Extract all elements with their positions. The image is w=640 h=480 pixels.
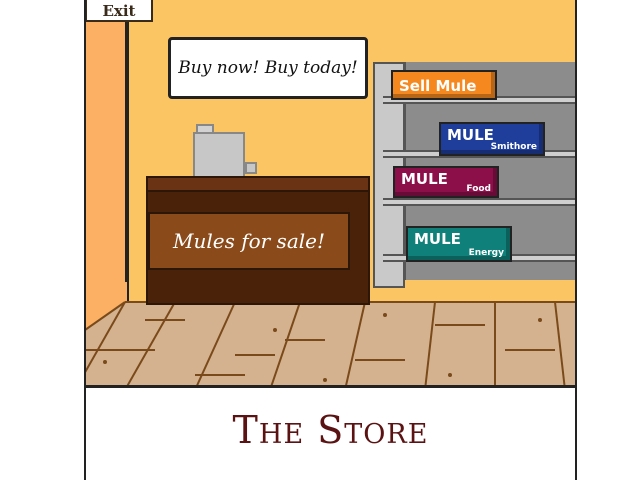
smithore-mule-button[interactable]: MULE Smithore — [439, 122, 545, 156]
store-title: The Store — [232, 408, 429, 452]
exit-button[interactable]: Exit — [85, 0, 153, 22]
shelf-row — [383, 198, 576, 206]
buy-now-sign: Buy now! Buy today! — [168, 37, 368, 99]
right-border — [575, 0, 577, 480]
wall-corner-line — [125, 22, 128, 282]
food-mule-label: MULE — [401, 170, 448, 188]
store-scene: Exit Buy now! Buy today! Mules for sale!… — [85, 0, 576, 480]
mules-for-sale-panel[interactable]: Mules for sale! — [148, 212, 350, 270]
cash-register-drawer — [245, 162, 257, 174]
energy-sub-label: Energy — [468, 248, 504, 258]
food-mule-button[interactable]: MULE Food — [393, 166, 499, 198]
sell-mule-label: Sell Mule — [399, 77, 477, 95]
cash-register-icon — [193, 132, 245, 182]
smithore-mule-label: MULE — [447, 126, 494, 144]
counter-text: Mules for sale! — [172, 229, 326, 253]
smithore-sub-label: Smithore — [490, 142, 537, 152]
left-border — [84, 0, 86, 480]
food-sub-label: Food — [466, 184, 491, 194]
energy-mule-button[interactable]: MULE Energy — [406, 226, 512, 262]
sell-mule-button[interactable]: Sell Mule — [391, 70, 497, 100]
energy-mule-label: MULE — [414, 230, 461, 248]
sign-text: Buy now! Buy today! — [178, 58, 358, 78]
